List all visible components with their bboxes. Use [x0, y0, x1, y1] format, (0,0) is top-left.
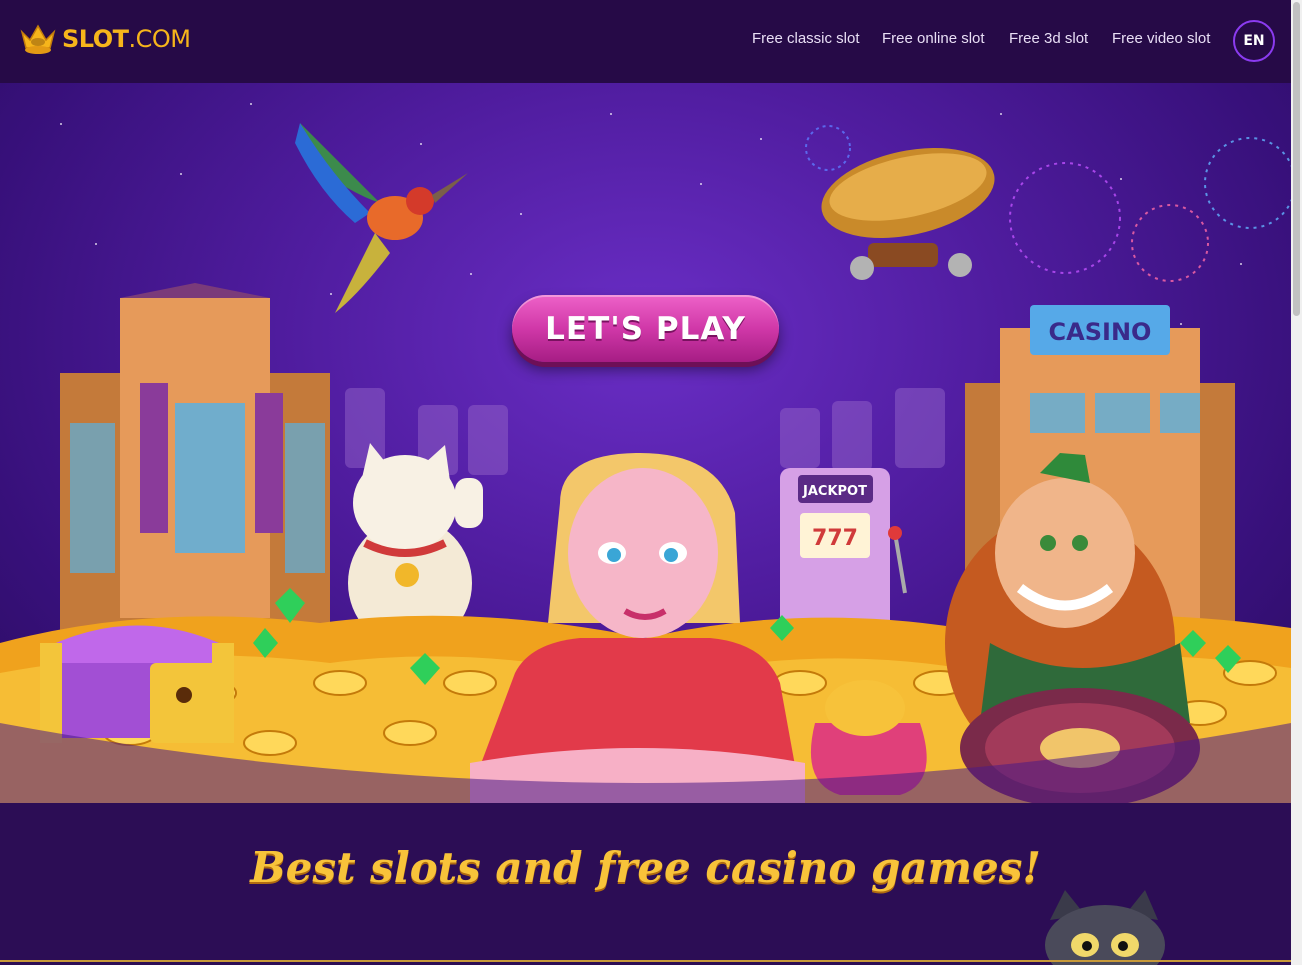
left-hotel-building — [60, 283, 330, 633]
raccoon-illustration — [1045, 890, 1165, 965]
nav-link-free-classic-slot[interactable]: Free classic slot — [752, 30, 860, 47]
hero-banner: CASINO JACKPOT 777 LET'S PLAY — [0, 83, 1291, 803]
jackpot-reels: 777 — [812, 526, 858, 551]
scrollbar-thumb[interactable] — [1293, 2, 1300, 316]
nav-link-free-online-slot[interactable]: Free online slot — [882, 30, 985, 47]
hummingbird-illustration — [295, 123, 468, 313]
treasure-chest — [40, 625, 234, 743]
casino-sign: CASINO — [1049, 318, 1152, 346]
main-nav: Free classic slot Free online slot Free … — [0, 30, 1291, 52]
top-navigation-bar: SLOT.COM Free classic slot Free online s… — [0, 0, 1291, 83]
section-divider — [0, 960, 1291, 962]
lets-play-button[interactable]: LET'S PLAY — [512, 295, 779, 362]
nav-link-free-3d-slot[interactable]: Free 3d slot — [1009, 30, 1088, 47]
tagline-heading: Best slots and free casino games! — [250, 843, 1041, 892]
airship-illustration — [821, 148, 995, 280]
nav-link-free-video-slot[interactable]: Free video slot — [1112, 30, 1210, 47]
vertical-scrollbar[interactable] — [1291, 0, 1302, 965]
jackpot-slot-machine: JACKPOT 777 — [780, 468, 907, 638]
jackpot-sign: JACKPOT — [802, 484, 867, 499]
hero-illustration: CASINO JACKPOT 777 — [0, 123, 1291, 803]
language-selector[interactable]: EN — [1233, 20, 1275, 62]
